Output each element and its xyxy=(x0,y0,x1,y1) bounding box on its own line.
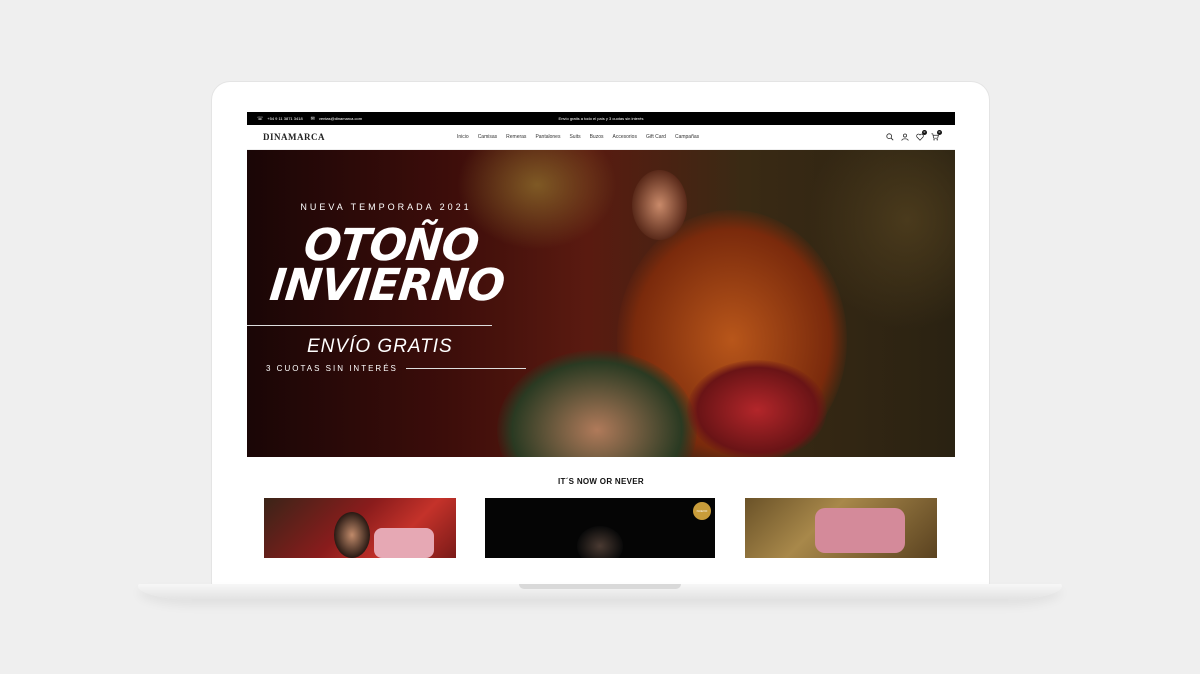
new-badge: NUEVO xyxy=(693,502,711,520)
navbar: DINAMARCA Inicio Camisas Remeras Pantalo… xyxy=(247,125,955,150)
product-card[interactable] xyxy=(264,498,456,558)
product-grid: NUEVO xyxy=(247,498,955,558)
nav-item-campanas[interactable]: Campañas xyxy=(675,134,699,140)
product-card[interactable]: NUEVO xyxy=(485,498,715,558)
hero-title-line2: INVIERNO xyxy=(267,260,507,311)
product-image-pillow xyxy=(374,528,434,558)
nav-menu: Inicio Camisas Remeras Pantalones Suits … xyxy=(457,134,699,140)
wishlist-badge: 0 xyxy=(922,129,927,135)
nav-item-inicio[interactable]: Inicio xyxy=(457,134,469,140)
section-title: IT´S NOW OR NEVER xyxy=(558,477,644,486)
hero-text: NUEVA TEMPORADA 2021 OTOÑO INVIERNO xyxy=(267,202,529,311)
hero-model-face-right xyxy=(632,170,687,240)
nav-icons: 0 0 xyxy=(885,129,942,142)
laptop-notch xyxy=(519,584,681,589)
nav-item-suits[interactable]: Suits xyxy=(569,134,580,140)
season-label: NUEVA TEMPORADA 2021 xyxy=(300,202,472,212)
contact-info: ☏ +54 9 11 3871 3418 ✉ ventas@dinamarca.… xyxy=(257,116,362,122)
laptop-screen: ☏ +54 9 11 3871 3418 ✉ ventas@dinamarca.… xyxy=(212,82,989,587)
product-image-pillow xyxy=(815,508,905,553)
cart-icon[interactable]: 0 xyxy=(930,129,942,142)
hero-divider xyxy=(247,325,492,326)
installments-text: 3 CUOTAS SIN INTERÉS xyxy=(266,364,398,373)
wishlist-icon[interactable]: 0 xyxy=(915,129,927,142)
product-card[interactable] xyxy=(745,498,937,558)
logo[interactable]: DINAMARCA xyxy=(263,132,325,142)
phone-number[interactable]: +54 9 11 3871 3418 xyxy=(267,116,302,121)
search-icon[interactable] xyxy=(885,133,894,142)
nav-item-accesorios[interactable]: Accesorios xyxy=(613,134,637,140)
website: ☏ +54 9 11 3871 3418 ✉ ventas@dinamarca.… xyxy=(247,112,955,558)
cart-badge: 0 xyxy=(937,129,942,135)
mail-icon: ✉ xyxy=(310,115,315,122)
top-bar: ☏ +54 9 11 3871 3418 ✉ ventas@dinamarca.… xyxy=(247,112,955,125)
user-icon[interactable] xyxy=(900,133,909,142)
hero-title: OTOÑO INVIERNO xyxy=(265,220,513,311)
nav-item-remeras[interactable]: Remeras xyxy=(506,134,526,140)
installments-divider xyxy=(405,368,526,369)
hero-cushion xyxy=(687,360,827,457)
free-shipping-text: ENVÍO GRATIS xyxy=(307,336,453,357)
product-image-figure xyxy=(334,512,370,558)
phone-icon: ☏ xyxy=(257,115,264,122)
product-image-figure xyxy=(577,526,623,558)
nav-item-buzos[interactable]: Buzos xyxy=(590,134,604,140)
nav-item-gift-card[interactable]: Gift Card xyxy=(646,134,666,140)
nav-item-camisas[interactable]: Camisas xyxy=(478,134,497,140)
installments-row: 3 CUOTAS SIN INTERÉS xyxy=(266,364,526,373)
hero-banner[interactable]: NUEVA TEMPORADA 2021 OTOÑO INVIERNO ENVÍ… xyxy=(247,150,955,457)
nav-item-pantalones[interactable]: Pantalones xyxy=(535,134,560,140)
email-link[interactable]: ventas@dinamarca.com xyxy=(319,116,362,121)
promo-text: Envío gratis a todo el país y 3 cuotas s… xyxy=(558,116,644,121)
